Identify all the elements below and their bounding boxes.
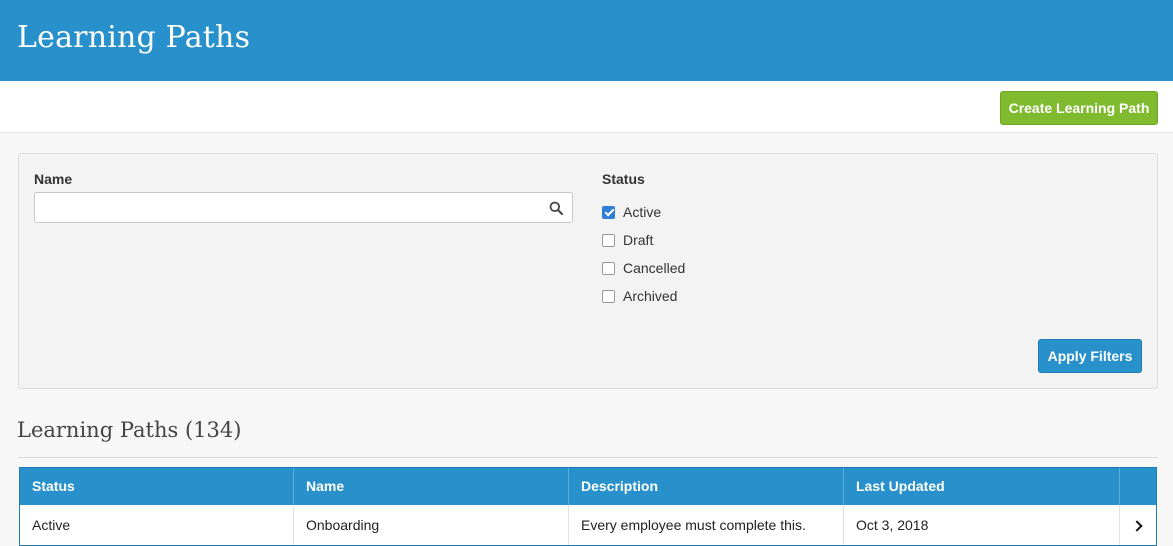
create-learning-path-button[interactable]: Create Learning Path xyxy=(1000,91,1158,125)
search-icon[interactable] xyxy=(549,201,563,215)
cell-status: Active xyxy=(20,505,294,545)
table-row[interactable]: Active Onboarding Every employee must co… xyxy=(20,505,1156,545)
apply-filters-button[interactable]: Apply Filters xyxy=(1038,339,1142,373)
page-title: Learning Paths xyxy=(17,20,251,55)
column-header-description[interactable]: Description xyxy=(569,468,844,505)
cancelled-checkbox[interactable] xyxy=(602,261,615,275)
app-header: Learning Paths xyxy=(0,0,1173,81)
cell-last-updated: Oct 3, 2018 xyxy=(844,505,1120,545)
active-checkbox[interactable] xyxy=(602,205,615,219)
table-header: Status Name Description Last Updated xyxy=(20,468,1156,505)
divider xyxy=(18,457,1158,458)
chevron-right-icon[interactable] xyxy=(1130,520,1143,532)
draft-checkbox[interactable] xyxy=(602,233,615,247)
results-heading: Learning Paths (134) xyxy=(17,418,242,442)
status-option-label: Archived xyxy=(623,288,678,304)
status-option-active[interactable]: Active xyxy=(602,203,661,221)
status-option-cancelled[interactable]: Cancelled xyxy=(602,259,685,277)
column-header-actions xyxy=(1120,468,1156,505)
status-option-label: Draft xyxy=(623,232,654,248)
status-option-archived[interactable]: Archived xyxy=(602,287,677,305)
filter-panel xyxy=(18,153,1158,389)
name-search-input[interactable] xyxy=(35,193,535,222)
name-filter-label: Name xyxy=(34,171,73,187)
status-option-draft[interactable]: Draft xyxy=(602,231,653,249)
status-option-label: Cancelled xyxy=(623,260,686,276)
action-bar xyxy=(0,81,1173,133)
archived-checkbox[interactable] xyxy=(602,289,615,303)
cell-description: Every employee must complete this. xyxy=(569,505,844,545)
status-filter-label: Status xyxy=(602,171,645,187)
status-option-label: Active xyxy=(623,204,662,220)
column-header-last-updated[interactable]: Last Updated xyxy=(844,468,1120,505)
learning-paths-table: Status Name Description Last Updated Act… xyxy=(19,467,1157,546)
column-header-status[interactable]: Status xyxy=(20,468,294,505)
row-open-button[interactable] xyxy=(1120,505,1156,545)
column-header-name[interactable]: Name xyxy=(294,468,569,505)
cell-name: Onboarding xyxy=(294,505,569,545)
name-search-box xyxy=(34,192,573,223)
